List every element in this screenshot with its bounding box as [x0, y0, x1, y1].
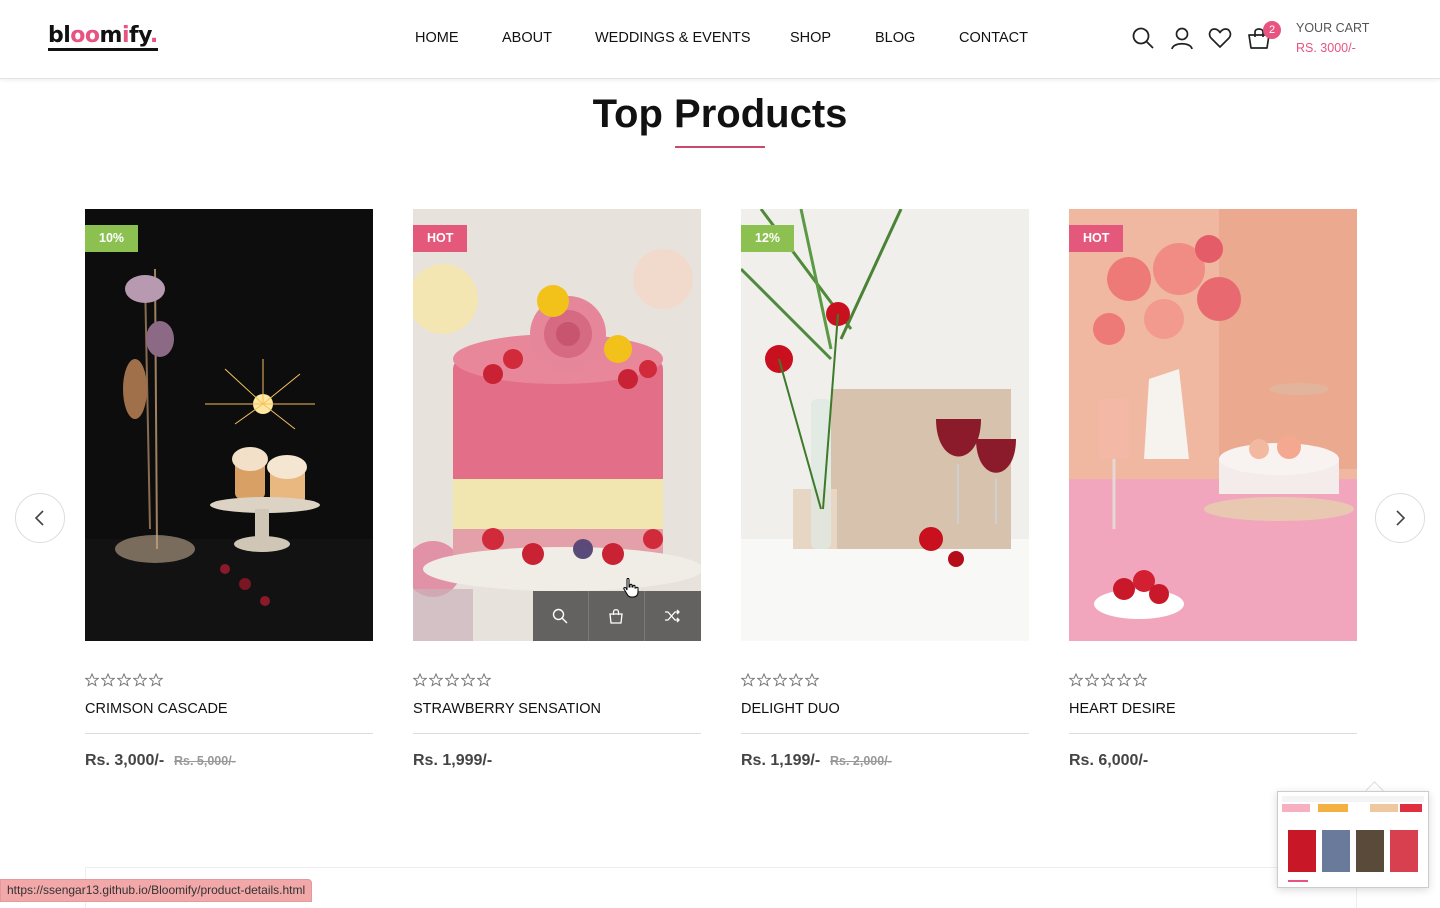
product-image[interactable]: HOT	[413, 209, 701, 641]
carousel-next-button[interactable]	[1375, 493, 1425, 543]
page-preview-thumbnail[interactable]	[1277, 791, 1429, 888]
link-status-bar: https://ssengar13.github.io/Bloomify/pro…	[0, 879, 313, 902]
star-icon	[101, 673, 115, 687]
star-icon	[757, 673, 771, 687]
star-icon	[805, 673, 819, 687]
star-icon	[461, 673, 475, 687]
nav-about[interactable]: ABOUT	[502, 30, 552, 46]
compare-button[interactable]	[645, 591, 700, 641]
bag-icon	[609, 609, 623, 624]
star-icon	[117, 673, 131, 687]
discount-badge: 12%	[741, 225, 795, 252]
chevron-right-icon	[1396, 510, 1406, 526]
hand-cursor-icon	[623, 578, 639, 598]
star-icon	[149, 673, 163, 687]
product-image[interactable]: 12%	[741, 209, 1029, 641]
star-icon	[773, 673, 787, 687]
product-name[interactable]: STRAWBERRY SENSATION	[413, 701, 601, 717]
product-image[interactable]: 10%	[85, 209, 373, 641]
nav-shop[interactable]: SHOP	[790, 30, 831, 46]
divider	[413, 733, 701, 734]
product-old-price: Rs. 5,000/-	[174, 754, 236, 768]
star-icon	[1069, 673, 1083, 687]
star-icon	[429, 673, 443, 687]
nav-contact[interactable]: CONTACT	[959, 30, 1028, 46]
star-icon	[1101, 673, 1115, 687]
product-price: Rs. 1,199/-	[741, 752, 821, 769]
cart-count-badge: 2	[1263, 21, 1281, 39]
star-icon	[741, 673, 755, 687]
product-card[interactable]: HOT HEART DESIRE Rs. 6,000/-	[1069, 209, 1357, 769]
product-card[interactable]: HOT STRAWBERRY SENSATION Rs. 1,999/-	[413, 209, 701, 769]
logo-text-4: i	[121, 23, 130, 48]
product-price: Rs. 6,000/-	[1069, 752, 1149, 769]
star-icon	[413, 673, 427, 687]
site-header: bloomify. HOME ABOUT WEDDINGS & EVENTS S…	[0, 0, 1440, 79]
product-old-price: Rs. 2,000/-	[830, 754, 892, 768]
star-icon	[133, 673, 147, 687]
product-price: Rs. 1,999/-	[413, 752, 493, 769]
logo-text-2: oo	[70, 23, 100, 48]
divider	[1069, 733, 1357, 734]
product-actions	[533, 591, 701, 641]
logo[interactable]: bloomify.	[48, 24, 158, 51]
product-image[interactable]: HOT	[1069, 209, 1357, 641]
logo-text-3: m	[99, 23, 123, 48]
product-name[interactable]: HEART DESIRE	[1069, 701, 1176, 717]
search-icon[interactable]	[1131, 26, 1155, 50]
nav-weddings-events[interactable]: WEDDINGS & EVENTS	[595, 30, 751, 46]
search-icon	[552, 608, 568, 624]
star-icon	[85, 673, 99, 687]
title-underline	[675, 146, 765, 148]
star-icon	[477, 673, 491, 687]
star-icon	[1085, 673, 1099, 687]
hot-badge: HOT	[413, 225, 468, 252]
divider	[741, 733, 1029, 734]
section-title: Top Products	[592, 92, 848, 136]
star-icon	[1117, 673, 1131, 687]
star-icon	[1133, 673, 1147, 687]
discount-badge: 10%	[85, 225, 139, 252]
star-icon	[445, 673, 459, 687]
star-icon	[789, 673, 803, 687]
heart-icon[interactable]	[1208, 26, 1232, 50]
shuffle-icon	[665, 609, 680, 623]
cart-total[interactable]: RS. 3000/-	[1296, 41, 1356, 55]
carousel-prev-button[interactable]	[15, 493, 65, 543]
chevron-left-icon	[34, 510, 44, 526]
product-name[interactable]: CRIMSON CASCADE	[85, 701, 228, 717]
logo-text-5: fy	[129, 23, 150, 48]
nav-blog[interactable]: BLOG	[875, 30, 915, 46]
preview-image	[1278, 792, 1428, 887]
add-to-cart-button[interactable]	[589, 591, 645, 641]
nav-home[interactable]: HOME	[415, 30, 459, 46]
divider	[85, 733, 373, 734]
product-name[interactable]: DELIGHT DUO	[741, 701, 840, 717]
user-icon[interactable]	[1170, 26, 1194, 50]
cart-label[interactable]: YOUR CART	[1296, 21, 1369, 35]
quick-view-button[interactable]	[533, 591, 589, 641]
product-card[interactable]: 10% CRIMSON CASCADE Rs. 3,000/- Rs. 5,00…	[85, 209, 373, 769]
hot-badge: HOT	[1069, 225, 1124, 252]
product-price: Rs. 3,000/-	[85, 752, 165, 769]
logo-text-1: bl	[48, 23, 71, 48]
product-card[interactable]: 12% DELIGHT DUO Rs. 1,199/- Rs. 2,000/-	[741, 209, 1029, 769]
logo-text-6: .	[149, 23, 158, 48]
